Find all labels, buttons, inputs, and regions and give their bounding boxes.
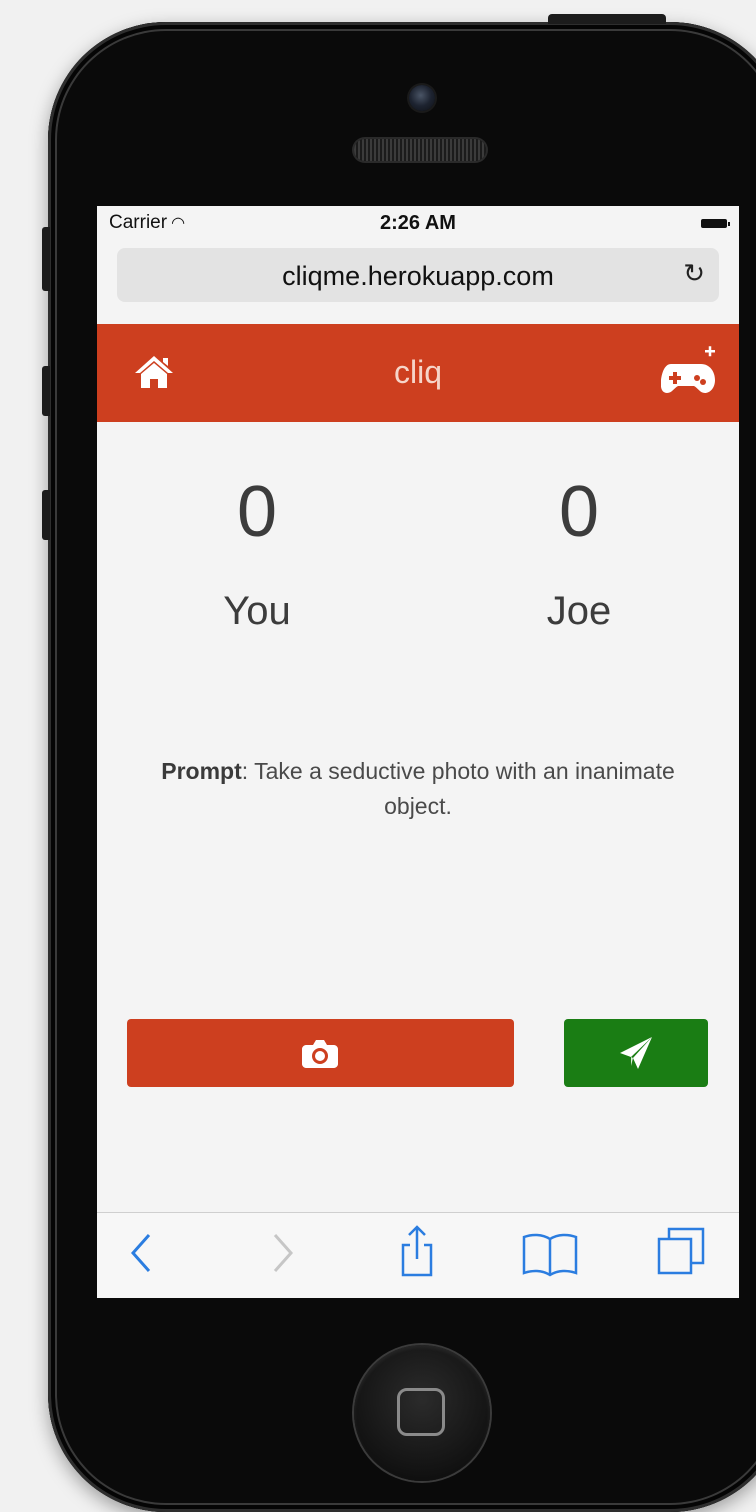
earpiece-speaker <box>354 139 486 161</box>
opponent-score: 0 <box>558 472 600 552</box>
take-photo-button[interactable] <box>127 1019 514 1087</box>
back-icon[interactable] <box>127 1229 155 1277</box>
app-title: cliq <box>393 354 442 390</box>
player-name: You <box>223 589 291 633</box>
camera-icon <box>302 1040 338 1068</box>
share-icon[interactable] <box>399 1223 435 1279</box>
status-time: 2:26 AM <box>380 212 456 234</box>
bookmarks-icon[interactable] <box>522 1233 578 1277</box>
opponent-name: Joe <box>546 589 612 633</box>
paper-plane-icon <box>620 1037 652 1069</box>
forward-icon[interactable] <box>269 1229 297 1277</box>
home-button-square <box>397 1388 445 1436</box>
url-text: cliqme.herokuapp.com <box>282 261 554 291</box>
mute-switch <box>42 227 50 291</box>
browser-toolbar <box>97 1212 739 1298</box>
reload-icon[interactable]: ↻ <box>683 258 705 289</box>
volume-up-button <box>42 366 50 416</box>
front-camera <box>409 85 435 111</box>
prompt-body: Take a seductive photo with an inanimate… <box>248 758 675 819</box>
power-button <box>548 14 666 24</box>
phone-screen: Carrier ◠ 2:26 AM cliqme.herokuapp.com ↻ … <box>97 206 739 1298</box>
app-header: cliq <box>97 324 739 422</box>
send-button[interactable] <box>564 1019 708 1087</box>
home-button[interactable] <box>354 1345 490 1481</box>
gamepad-plus-icon[interactable] <box>661 346 717 396</box>
address-bar[interactable]: cliqme.herokuapp.com ↻ <box>117 248 719 302</box>
prompt-text: Prompt: Take a seductive photo with an i… <box>157 754 679 824</box>
tabs-icon[interactable] <box>655 1225 707 1277</box>
player-score: 0 <box>236 472 278 552</box>
status-bar: Carrier ◠ 2:26 AM <box>97 206 739 242</box>
prompt-label: Prompt <box>161 758 242 784</box>
volume-down-button <box>42 490 50 540</box>
battery-icon <box>701 219 730 228</box>
